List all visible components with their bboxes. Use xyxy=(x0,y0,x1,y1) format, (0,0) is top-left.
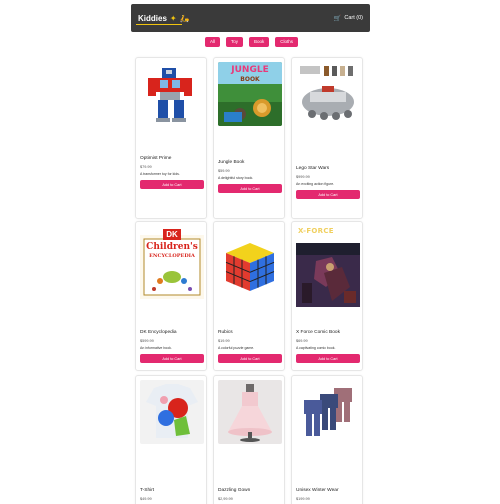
product-name: Dazzling Gown xyxy=(218,488,251,493)
cover-title-line-1: JUNGLE xyxy=(231,65,269,75)
cover-title-line-1: Children's xyxy=(146,242,198,252)
product-price: $59.99 xyxy=(218,169,230,173)
product-name: Rubics xyxy=(218,330,233,335)
navbar: Kiddies ✦ 🛵 🛒 Cart (0) xyxy=(131,4,370,32)
gown-image xyxy=(218,380,282,444)
dk-logo: DK xyxy=(163,229,181,240)
filter-toy-button[interactable]: Toy xyxy=(225,37,243,47)
cart-link[interactable]: 🛒 Cart (0) xyxy=(334,15,363,22)
product-card: JUNGLE BOOK Jungle Book $59.99 A delight… xyxy=(213,57,285,219)
product-description: An exciting action figure. xyxy=(296,182,335,186)
rubiks-cube-image xyxy=(218,235,282,299)
product-card: Dazzling Gown $2,99.99 xyxy=(213,375,285,504)
add-to-cart-button[interactable]: Add to Cart xyxy=(218,354,282,363)
product-description: An informative book. xyxy=(140,346,172,350)
category-filters: All Toy Book Cloths xyxy=(0,37,500,47)
filter-book-button[interactable]: Book xyxy=(249,37,270,47)
filter-all-button[interactable]: All xyxy=(204,37,220,47)
cover-title-line-2: BOOK xyxy=(240,76,260,83)
cart-icon: 🛒 xyxy=(333,15,342,22)
product-price: $79.99 xyxy=(140,165,152,169)
optimus-prime-image xyxy=(140,62,204,126)
add-to-cart-button[interactable]: Add to Cart xyxy=(296,354,360,363)
product-price: $2,99.99 xyxy=(218,497,233,501)
product-price: $599.99 xyxy=(140,339,154,343)
cart-label: Cart (0) xyxy=(344,15,363,21)
bike-icon: 🛵 xyxy=(179,13,190,23)
product-description: A transformer toy for kids. xyxy=(140,172,180,176)
brand-underline xyxy=(136,24,182,25)
product-price: $49.99 xyxy=(140,497,152,501)
product-description: A captivating comic book. xyxy=(296,346,336,350)
product-price: $69.99 xyxy=(296,339,308,343)
product-name: T-Shirt xyxy=(140,488,155,493)
product-card: Rubics $19.99 A colorful puzzle game. Ad… xyxy=(213,221,285,371)
add-to-cart-button[interactable]: Add to Cart xyxy=(140,354,204,363)
cover-title-line-2: ENCYCLOPEDIA xyxy=(149,253,195,259)
brand-name: Kiddies xyxy=(138,13,167,23)
winter-wear-image xyxy=(296,380,360,444)
cover-title: X-FORCE xyxy=(298,227,334,235)
add-to-cart-button[interactable]: Add to Cart xyxy=(140,180,204,189)
product-description: A colorful puzzle game. xyxy=(218,346,255,350)
product-name: Unisex Winter Wear xyxy=(296,488,339,493)
tshirt-image xyxy=(140,380,204,444)
product-price: $999.99 xyxy=(296,175,310,179)
add-to-cart-button[interactable]: Add to Cart xyxy=(296,190,360,199)
kite-icon: ✦ xyxy=(169,13,177,23)
product-name: Optimist Prime xyxy=(140,156,172,161)
product-name: Jungle Book xyxy=(218,160,245,165)
lego-star-wars-image xyxy=(296,62,360,126)
product-card: Unisex Winter Wear $199.99 xyxy=(291,375,363,504)
x-force-comic-cover-image xyxy=(296,243,360,307)
product-card: X-FORCE X Force Comic Book $69.99 A capt… xyxy=(291,221,363,371)
brand[interactable]: Kiddies ✦ 🛵 xyxy=(138,14,190,23)
product-card: DK Children's ENCYCLOPEDIA DK Encycloped… xyxy=(135,221,207,371)
product-name: DK Encyclopedia xyxy=(140,330,177,335)
product-price: $19.99 xyxy=(218,339,230,343)
product-description: A delightful story book. xyxy=(218,176,254,180)
product-price: $199.99 xyxy=(296,497,310,501)
product-name: X Force Comic Book xyxy=(296,330,340,335)
product-card: Lego Star Wars $999.99 An exciting actio… xyxy=(291,57,363,219)
product-card: Optimist Prime $79.99 A transformer toy … xyxy=(135,57,207,219)
add-to-cart-button[interactable]: Add to Cart xyxy=(218,184,282,193)
product-card: T-Shirt $49.99 xyxy=(135,375,207,504)
filter-cloths-button[interactable]: Cloths xyxy=(275,37,299,47)
product-name: Lego Star Wars xyxy=(296,166,330,171)
